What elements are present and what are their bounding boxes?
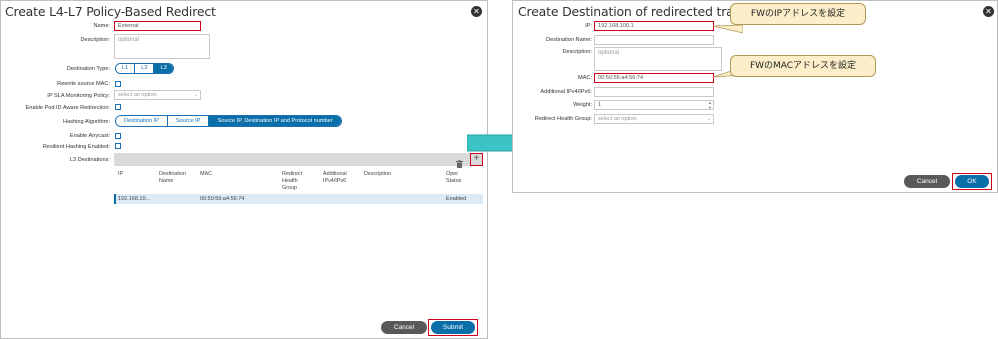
description-label: Description: — [80, 37, 110, 43]
dest-name-label: Destination Name: — [545, 37, 592, 43]
dest-type-l2[interactable]: L2 — [135, 64, 155, 73]
pod-id-label: Enable Pod ID Aware Redirection: — [25, 105, 110, 111]
anycast-checkbox[interactable] — [115, 133, 121, 139]
ip-sla-placeholder: select an option — [118, 92, 157, 98]
weight-input[interactable]: 1 — [594, 100, 714, 110]
submit-highlight — [428, 319, 478, 336]
resilient-label: Resilient Hashing Enabled: — [42, 144, 110, 150]
col-redirect-health-group: Redirect Health Group — [282, 171, 303, 191]
col-additional-ip: Additional IPv4/IPv6 — [323, 171, 347, 184]
weight-label: Weight: — [573, 102, 592, 108]
pbr-dialog: Create L4-L7 Policy-Based Redirect ✕ Nam… — [0, 0, 488, 339]
col-destination-name: Destination Name — [159, 171, 186, 184]
row-status: Enabled — [446, 196, 467, 202]
chevron-down-icon: ⌄ — [706, 116, 711, 122]
ip-input[interactable]: 192.168.100.1 — [594, 21, 714, 31]
table-row[interactable] — [114, 194, 483, 204]
col-description: Description — [364, 171, 391, 177]
hashing-toggle[interactable]: Destination IP Source IP Source IP, Dest… — [115, 115, 342, 127]
ip-sla-select[interactable]: select an option ⌄ — [114, 90, 201, 100]
pod-id-checkbox[interactable] — [115, 104, 121, 110]
health-group-placeholder: select an option — [598, 116, 637, 122]
cancel-button[interactable]: Cancel — [381, 321, 427, 334]
close-icon[interactable]: ✕ — [983, 6, 994, 17]
description-label: Description: — [562, 49, 592, 55]
hashing-source-dest-proto[interactable]: Source IP, Destination IP and Protocol n… — [209, 116, 341, 126]
col-oper-status: Oper Status — [446, 171, 462, 184]
destination-type-toggle[interactable]: L1 L2 L3 — [115, 63, 174, 74]
destination-type-label: Destination Type: — [66, 66, 110, 72]
ok-highlight — [952, 173, 992, 190]
callout-ip: FWのIPアドレスを設定 — [730, 3, 866, 25]
destination-dialog: Create Destination of redirected traffic… — [512, 0, 998, 193]
col-ip: IP — [118, 171, 124, 177]
hashing-label: Hashing Algorithm: — [63, 119, 110, 125]
callout-mac: FWのMACアドレスを設定 — [730, 55, 876, 77]
l3-destinations-label: L3 Destinations: — [69, 157, 110, 163]
trash-icon[interactable] — [456, 155, 463, 168]
destination-dialog-title: Create Destination of redirected traffic — [518, 4, 752, 19]
anycast-label: Enable Anycast: — [69, 133, 110, 139]
dest-name-input[interactable] — [594, 35, 714, 45]
hashing-destination-ip[interactable]: Destination IP — [116, 116, 168, 126]
chevron-down-icon: ⌄ — [193, 92, 198, 98]
mac-label: MAC: — [578, 75, 592, 81]
rewrite-mac-label: Rewrite source MAC: — [57, 81, 110, 87]
rewrite-mac-checkbox[interactable] — [115, 81, 121, 87]
close-icon[interactable]: ✕ — [471, 6, 482, 17]
col-mac: MAC — [200, 171, 212, 177]
dest-type-l1[interactable]: L1 — [116, 64, 136, 73]
ip-label: IP: — [585, 23, 592, 29]
mac-input[interactable]: 00:50:56:a4:56:74 — [594, 73, 714, 83]
ip-sla-label: IP SLA Monitoring Policy: — [47, 93, 110, 99]
cancel-button[interactable]: Cancel — [904, 175, 950, 188]
health-group-select[interactable]: select an option ⌄ — [594, 114, 714, 124]
name-label: Name: — [93, 23, 110, 29]
name-input[interactable]: External — [114, 21, 201, 31]
row-mac: 00:50:56:a4:56:74 — [200, 196, 245, 202]
additional-ip-input[interactable] — [594, 87, 714, 97]
description-textarea[interactable]: optional — [114, 34, 210, 59]
l3-destinations-toolbar — [114, 153, 483, 166]
pbr-dialog-title: Create L4-L7 Policy-Based Redirect — [5, 4, 216, 19]
description-textarea[interactable]: optional — [594, 47, 722, 71]
dest-type-l3[interactable]: L3 — [154, 64, 173, 73]
resilient-checkbox[interactable] — [115, 143, 121, 149]
additional-ip-label: Additional IPv4/IPv6: — [540, 89, 592, 95]
weight-stepper[interactable]: ▲ ▼ — [706, 100, 714, 110]
health-group-label: Redirect Health Group: — [534, 116, 592, 122]
row-ip: 192.168.10... — [118, 196, 151, 202]
hashing-source-ip[interactable]: Source IP — [167, 116, 210, 126]
